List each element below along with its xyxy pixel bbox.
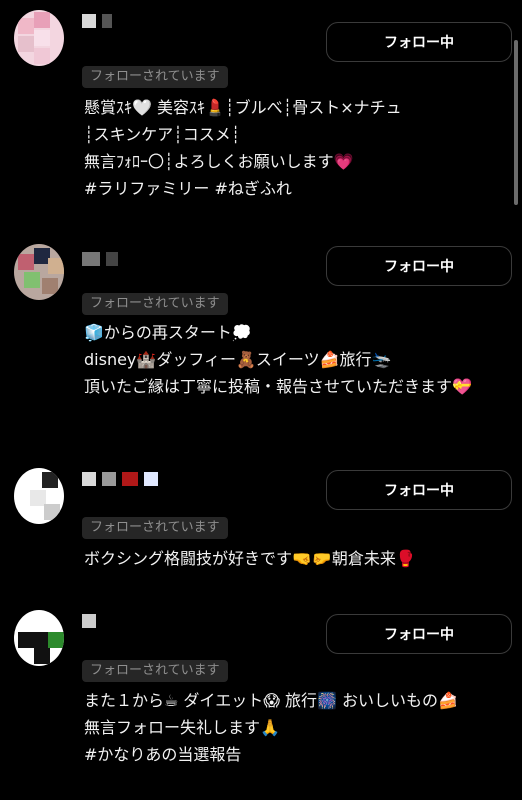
user-bio: ボクシング格闘技が好きです🤜🤛朝倉未来🥊 [84,549,416,568]
following-button[interactable]: フォロー中 [326,22,512,62]
user-row[interactable]: フォロー中 フォローされています 懸賞ｽｷ🤍 美容ｽｷ💄┊ブルべ┊骨スト×ナチュ… [0,0,522,230]
avatar[interactable] [14,610,64,666]
avatar[interactable] [14,10,64,66]
user-row[interactable]: フォロー中 フォローされています また１から☕ ダイエット😱 旅行🎆 おいしいも… [0,600,522,800]
following-button[interactable]: フォロー中 [326,470,512,510]
user-row[interactable]: フォロー中 フォローされています ボクシング格闘技が好きです🤜🤛朝倉未来🥊 [0,450,522,600]
user-row[interactable]: フォロー中 フォローされています 🧊からの再スタート💭 disney🏰ダッフィー… [0,230,522,450]
username-blurred[interactable] [82,470,158,488]
followed-by-badge: フォローされています [82,66,228,88]
username-blurred[interactable] [82,12,112,30]
following-button[interactable]: フォロー中 [326,246,512,286]
followed-by-badge: フォローされています [82,660,228,682]
user-bio: 🧊からの再スタート💭 disney🏰ダッフィー🧸スイーツ🍰旅行🛬 頂いたご縁は丁… [84,323,472,396]
user-bio: 懸賞ｽｷ🤍 美容ｽｷ💄┊ブルべ┊骨スト×ナチュ ┊スキンケア┊コスメ┊ 無言ﾌｫ… [84,98,402,198]
avatar[interactable] [14,244,64,300]
user-bio: また１から☕ ダイエット😱 旅行🎆 おいしいもの🍰 無言フォロー失礼します🙏 #… [84,691,458,764]
avatar[interactable] [14,468,64,524]
username-blurred[interactable] [82,612,96,630]
followed-by-badge: フォローされています [82,293,228,315]
username-blurred[interactable] [82,250,118,268]
followed-by-badge: フォローされています [82,517,228,539]
following-button[interactable]: フォロー中 [326,614,512,654]
